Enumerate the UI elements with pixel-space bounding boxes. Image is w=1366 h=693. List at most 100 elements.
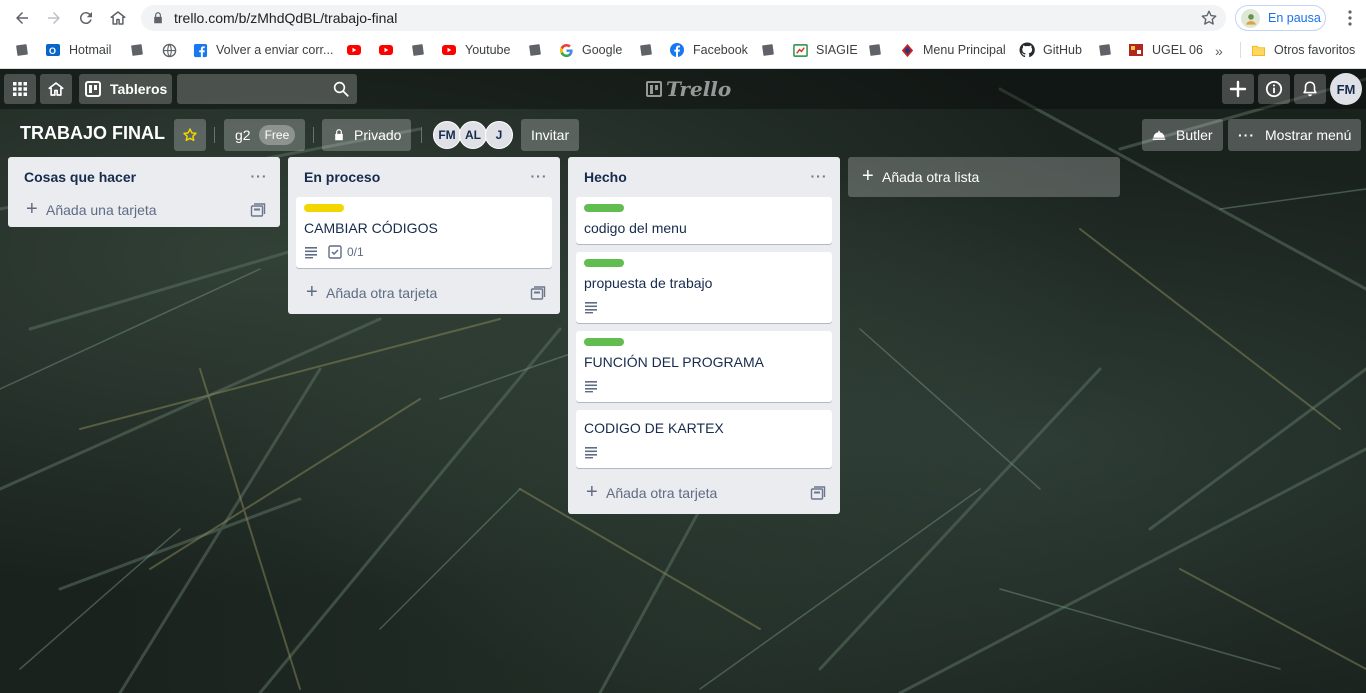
bookmark-label: Volver a enviar corr... (216, 43, 334, 57)
apps-switcher-button[interactable] (4, 74, 36, 104)
card-label-green[interactable] (584, 338, 624, 346)
bookmark-item[interactable] (760, 40, 776, 60)
list-menu-button[interactable]: ··· (248, 165, 270, 187)
back-button[interactable] (9, 6, 35, 30)
card[interactable]: CODIGO DE KARTEX (576, 410, 832, 468)
add-card-button[interactable]: + Añada una tarjeta (16, 193, 272, 225)
add-card-button[interactable]: + Añada otra tarjeta (296, 276, 552, 312)
card-label-green[interactable] (584, 259, 624, 267)
bookmark-volver-enviar[interactable]: Volver a enviar corr... (192, 40, 333, 60)
card-label-green[interactable] (584, 204, 624, 212)
card-label-yellow[interactable] (304, 204, 344, 212)
add-card-button[interactable]: + Añada otra tarjeta (576, 476, 832, 512)
user-avatar[interactable]: FM (1330, 73, 1362, 105)
plus-icon: + (862, 165, 874, 187)
card-template-icon[interactable] (250, 203, 266, 219)
list-title[interactable]: Hecho (584, 169, 627, 185)
list-menu-button[interactable]: ··· (528, 165, 550, 187)
bookmark-ugel[interactable]: UGEL 06 (1128, 40, 1203, 60)
bookmark-item[interactable] (410, 40, 426, 60)
boards-button[interactable]: Tableros (79, 74, 172, 104)
bookmark-item[interactable] (1097, 40, 1113, 60)
card-template-icon[interactable] (810, 486, 826, 502)
notifications-button[interactable] (1294, 74, 1326, 104)
bookmark-label: Youtube (465, 43, 511, 57)
trello-logo-text: Trello (666, 77, 732, 101)
bookmark-item[interactable] (638, 40, 654, 60)
folder-icon (1250, 42, 1266, 58)
bookmark-item[interactable] (346, 40, 362, 60)
trello-logo[interactable]: Trello (646, 77, 732, 101)
card[interactable]: FUNCIÓN DEL PROGRAMA (576, 331, 832, 402)
card-title: CAMBIAR CÓDIGOS (304, 220, 438, 236)
bookmark-item[interactable] (867, 40, 883, 60)
information-button[interactable] (1258, 74, 1290, 104)
bookmark-siagie[interactable]: SIAGIE (792, 40, 858, 60)
butler-button[interactable]: Butler (1142, 119, 1223, 151)
address-bar[interactable]: trello.com/b/zMhdQdBL/trabajo-final (141, 5, 1226, 31)
search-icon (333, 81, 349, 97)
profile-picture-icon (1245, 13, 1256, 25)
board-title[interactable]: TRABAJO FINAL (20, 123, 165, 144)
member-avatar[interactable]: FM (433, 121, 461, 149)
youtube-icon (346, 42, 362, 58)
invite-button[interactable]: Invitar (521, 119, 580, 151)
browser-menu-button[interactable] (1340, 7, 1360, 29)
checklist-badge: 0/1 (328, 245, 364, 259)
card-template-icon[interactable] (530, 286, 546, 302)
plus-icon: + (306, 281, 318, 303)
google-icon (558, 42, 574, 58)
show-menu-button[interactable]: ··· Mostrar menú (1228, 119, 1362, 151)
trello-home-button[interactable] (40, 74, 72, 104)
home-icon (48, 82, 64, 96)
reload-icon (79, 12, 92, 25)
browser-toolbar: trello.com/b/zMhdQdBL/trabajo-final En p… (0, 0, 1366, 36)
bookmark-item[interactable] (378, 40, 394, 60)
bookmark-star-icon[interactable] (1200, 9, 1218, 27)
card-badges (584, 442, 824, 462)
search-input[interactable] (177, 74, 357, 104)
bookmark-item[interactable] (14, 40, 30, 60)
bookmark-item[interactable] (527, 40, 543, 60)
bookmark-icon (760, 42, 776, 58)
header-divider (214, 127, 215, 143)
visibility-button[interactable]: Privado (322, 119, 412, 151)
star-board-button[interactable] (174, 119, 206, 151)
youtube-icon (441, 42, 457, 58)
profile-button[interactable]: En pausa (1235, 5, 1326, 31)
bookmark-item[interactable] (161, 40, 177, 60)
list-title[interactable]: Cosas que hacer (24, 169, 136, 185)
list-menu-button[interactable]: ··· (808, 165, 830, 187)
bookmark-menu-principal[interactable]: Menu Principal (899, 40, 1006, 60)
bookmark-item[interactable] (129, 40, 145, 60)
reload-button[interactable] (73, 6, 99, 30)
bookmark-label: Hotmail (69, 43, 112, 57)
card[interactable]: codigo del menu (576, 197, 832, 244)
add-list-button[interactable]: + Añada otra lista (848, 157, 1120, 197)
list-title[interactable]: En proceso (304, 169, 380, 185)
home-button[interactable] (105, 6, 131, 30)
plus-icon: + (586, 481, 598, 503)
bookmark-icon (638, 42, 654, 58)
lock-icon (335, 129, 343, 141)
member-avatar[interactable]: AL (459, 121, 487, 149)
card-badges: 0/1 (304, 242, 544, 262)
bookmark-github[interactable]: GitHub (1019, 40, 1082, 60)
card[interactable]: propuesta de trabajo (576, 252, 832, 323)
svg-text:O: O (49, 46, 56, 56)
card[interactable]: CAMBIAR CÓDIGOS 0/1 (296, 197, 552, 268)
bookmark-hotmail[interactable]: O Hotmail (45, 40, 111, 60)
bookmark-google[interactable]: Google (558, 40, 622, 60)
butler-bell-icon (1152, 130, 1166, 140)
bookmark-icon (867, 42, 883, 58)
more-bookmarks-button[interactable]: » (1215, 43, 1223, 59)
create-button[interactable] (1222, 74, 1254, 104)
list-header: Hecho ··· (568, 157, 840, 197)
other-bookmarks-folder[interactable]: Otros favoritos (1250, 40, 1355, 60)
forward-button[interactable] (41, 6, 67, 30)
member-avatar[interactable]: J (485, 121, 513, 149)
bookmark-facebook[interactable]: Facebook (669, 40, 748, 60)
team-button[interactable]: g2 Free (224, 119, 306, 151)
bookmark-youtube[interactable]: Youtube (441, 40, 510, 60)
list-cosas-que-hacer: Cosas que hacer ··· + Añada una tarjeta (8, 157, 280, 227)
